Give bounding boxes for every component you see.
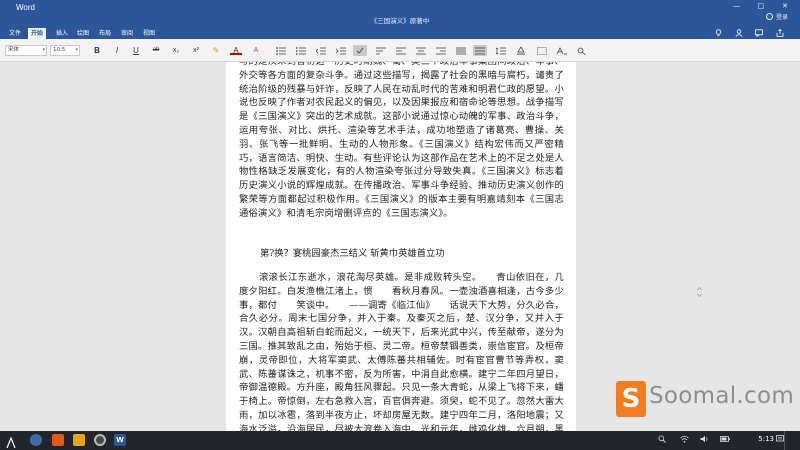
share-icon[interactable]	[776, 28, 784, 39]
document-title: 《三国演义》原著中	[370, 17, 430, 25]
maximize-button[interactable]: □	[757, 2, 764, 10]
document-canvas[interactable]: 与的是汉末到晋初这一历史时期魏、蜀、吴三个政治军事集团间政治、军事、外交等各方面…	[0, 62, 800, 431]
settings-icon[interactable]	[94, 434, 106, 446]
borders-icon[interactable]	[536, 45, 548, 56]
chevron-down-icon: ▾	[75, 47, 78, 53]
word-icon[interactable]: W	[114, 434, 126, 446]
ribbon-tabs: 文件 开始 插入 绘图 布局 审阅 视图	[0, 28, 800, 39]
paragraph-intro[interactable]: 与的是汉末到晋初这一历史时期魏、蜀、吴三个政治军事集团间政治、军事、外交等各方面…	[239, 62, 564, 221]
font-color-button[interactable]: A	[230, 45, 242, 55]
increase-indent-icon[interactable]	[335, 45, 347, 56]
ellipsis-marker: ...	[362, 203, 370, 212]
tab-review[interactable]: 审阅	[118, 28, 136, 39]
paragraph-mark-icon[interactable]	[353, 45, 367, 56]
network-icon[interactable]	[680, 435, 689, 445]
ribbon-toolbar: 宋体 ▾ 10.5 ▾ B I U ab x₂ x² ✎ A A	[0, 39, 800, 62]
underline-button[interactable]: U	[131, 45, 141, 56]
tab-draw[interactable]: 绘图	[74, 28, 92, 39]
clear-format-button[interactable]: A	[250, 45, 262, 56]
comment-icon[interactable]	[755, 29, 763, 39]
watermark-text: Soomal.com	[649, 383, 795, 409]
align-center-icon[interactable]	[415, 45, 427, 56]
subscript-button[interactable]: x₂	[170, 45, 182, 56]
align-right-icon[interactable]	[435, 45, 447, 56]
avatar	[765, 13, 773, 20]
search-icon[interactable]	[658, 435, 666, 445]
files-icon[interactable]	[52, 434, 64, 446]
show-desktop-button[interactable]	[784, 431, 796, 450]
distributed-icon[interactable]	[455, 45, 467, 56]
strikethrough-button[interactable]: ab	[150, 45, 162, 56]
lightbulb-icon[interactable]	[715, 29, 722, 39]
watermark: S Soomal.com	[616, 381, 796, 417]
bold-button[interactable]: B	[92, 45, 102, 56]
taskbar: W 5:13	[0, 431, 800, 450]
align-left-icon[interactable]	[395, 45, 407, 56]
font-name-select[interactable]: 宋体 ▾	[5, 45, 47, 56]
document-page[interactable]: 与的是汉末到晋初这一历史时期魏、蜀、吴三个政治军事集团间政治、军事、外交等各方面…	[226, 62, 576, 431]
sign-in-button[interactable]: 登录	[765, 12, 788, 21]
justify-icon[interactable]	[473, 45, 487, 56]
font-size-value: 10.5	[53, 47, 66, 53]
user-icon[interactable]	[735, 29, 743, 39]
highlight-button[interactable]: ✎	[210, 45, 222, 56]
start-icon[interactable]	[6, 434, 16, 449]
tab-file[interactable]: 文件	[6, 28, 24, 39]
tab-view[interactable]: 视图	[140, 28, 158, 39]
bullets-icon[interactable]	[275, 45, 287, 56]
line-spacing-icon[interactable]	[495, 45, 507, 56]
tab-layout[interactable]: 布局	[96, 28, 114, 39]
title-bar: Word 《三国演义》原著中 — □ ✕ 登录	[0, 0, 800, 28]
font-size-select[interactable]: 10.5 ▾	[50, 45, 80, 56]
notification-icon[interactable]	[776, 435, 784, 445]
sign-in-label: 登录	[775, 14, 788, 21]
shading-icon[interactable]	[515, 45, 527, 56]
browser-icon[interactable]	[30, 434, 42, 446]
store-icon[interactable]	[73, 434, 85, 446]
chevron-down-icon: ▾	[42, 47, 45, 53]
clock[interactable]: 5:13	[758, 435, 774, 443]
app-name: Word	[16, 3, 35, 12]
sort-icon[interactable]	[375, 45, 387, 56]
chapter-title[interactable]: 第?换？宴桃园豪杰三结义 斩黄巾英雄首立功	[260, 245, 445, 259]
tab-insert[interactable]: 插入	[53, 28, 71, 39]
styles-icon[interactable]	[556, 45, 568, 56]
battery-icon[interactable]	[720, 435, 730, 445]
minimize-button[interactable]: —	[733, 2, 740, 10]
font-name-value: 宋体	[8, 47, 20, 53]
numbering-icon[interactable]	[295, 45, 307, 56]
tab-home[interactable]: 开始	[28, 28, 47, 39]
italic-button[interactable]: I	[112, 45, 122, 56]
soomal-logo: S	[616, 381, 646, 417]
close-button[interactable]: ✕	[782, 2, 788, 10]
volume-icon[interactable]	[700, 435, 709, 445]
decrease-indent-icon[interactable]	[315, 45, 327, 56]
scroll-indicator-icon[interactable]	[697, 286, 702, 299]
find-icon[interactable]	[576, 45, 588, 56]
superscript-button[interactable]: x²	[190, 45, 202, 56]
paragraph-body[interactable]: 滚滚长江东逝水，浪花淘尽英雄。是非成败转头空。 青山依旧在，几度夕阳红。白发渔樵…	[239, 271, 564, 431]
